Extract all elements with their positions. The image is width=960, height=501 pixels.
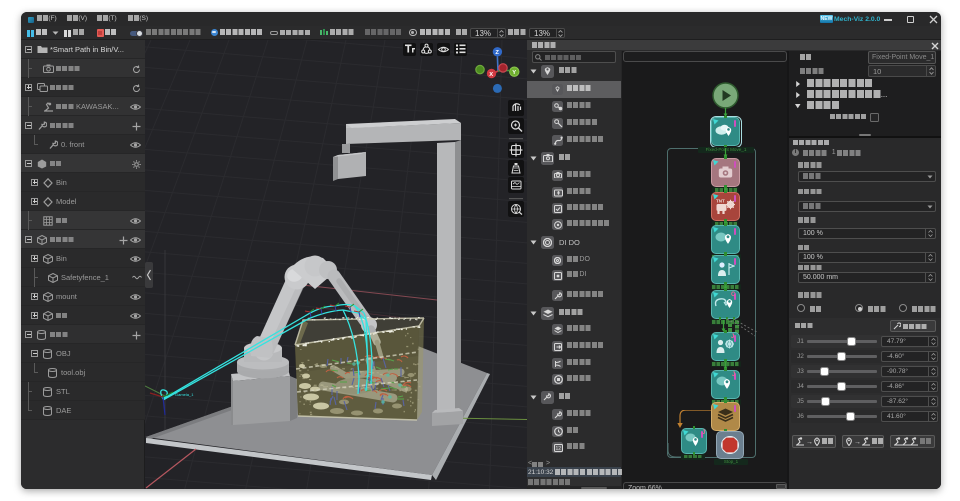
svg-text:Gamela_1: Gamela_1 [175, 392, 194, 397]
svg-text:12: 12 [555, 446, 561, 452]
svg-text:Z: Z [495, 50, 499, 56]
svg-text:TNT: TNT [716, 199, 725, 204]
svg-text:X: X [489, 72, 493, 78]
svg-text:Y: Y [512, 70, 516, 76]
